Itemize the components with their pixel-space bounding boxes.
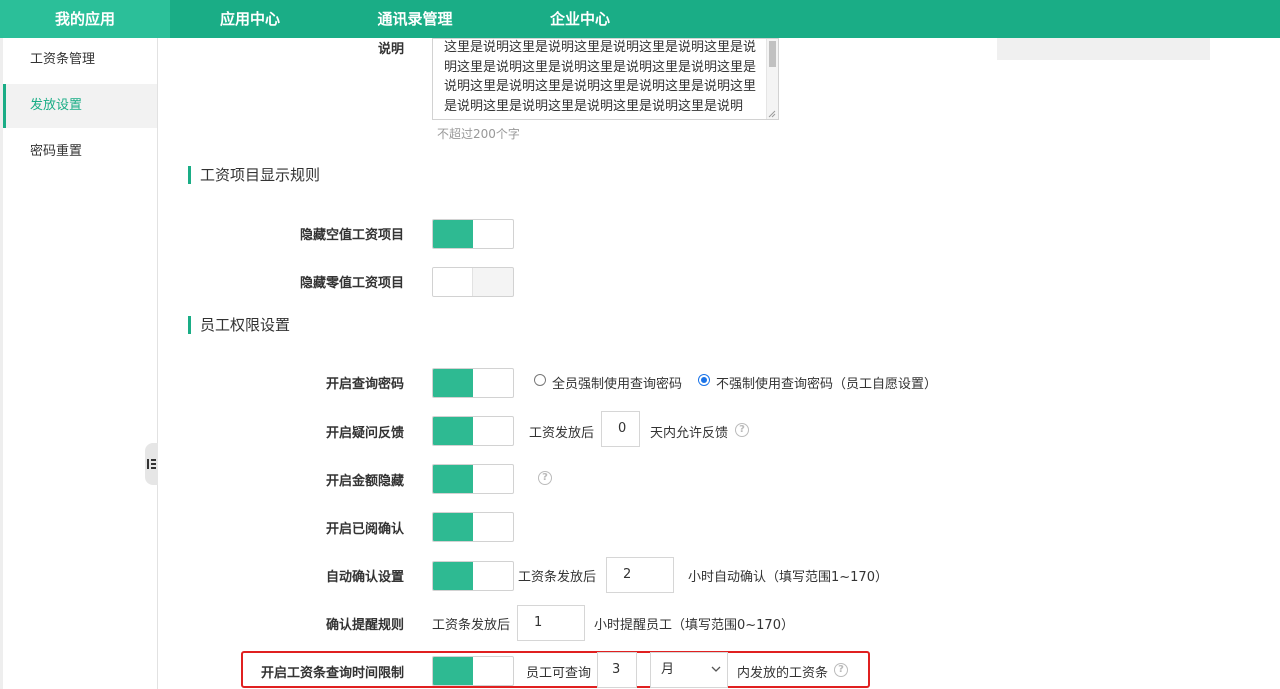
- resize-grip-icon[interactable]: [768, 110, 776, 118]
- feedback-days-input[interactable]: 0: [601, 411, 640, 447]
- confirm-reminder-prefix: 工资条发放后: [432, 618, 511, 633]
- sidebar-item-distribution-settings[interactable]: 发放设置: [3, 84, 157, 128]
- query-time-limit-label: 开启工资条查询时间限制: [260, 666, 404, 681]
- sidebar-item-password-reset[interactable]: 密码重置: [3, 130, 157, 174]
- collapse-sidebar-icon[interactable]: [145, 443, 158, 485]
- textarea-scrollbar[interactable]: [766, 39, 778, 119]
- sidebar-item-payslip-management[interactable]: 工资条管理: [3, 38, 157, 82]
- side-panel-placeholder: [997, 38, 1210, 60]
- sidebar: 工资条管理 发放设置 密码重置: [0, 38, 158, 689]
- query-time-limit-unit-select[interactable]: 月: [650, 652, 728, 688]
- confirm-reminder-hours-input[interactable]: 1: [517, 605, 585, 641]
- feedback-prefix: 工资发放后: [529, 426, 595, 441]
- top-nav: 我的应用 应用中心 通讯录管理 企业中心: [0, 0, 1280, 38]
- section-display-rules: 工资项目显示规则: [188, 166, 320, 184]
- feedback-suffix: 天内允许反馈: [650, 426, 729, 441]
- query-password-toggle[interactable]: [432, 368, 514, 398]
- hide-zero-label: 隐藏零值工资项目: [299, 276, 404, 291]
- radio-optional-password[interactable]: [698, 374, 710, 386]
- description-label: 说明: [377, 42, 404, 57]
- read-confirm-toggle[interactable]: [432, 512, 514, 542]
- description-text: 这里是说明这里是说明这里是说明这里是说明这里是说明这里是说明这里是说明这里是说明…: [444, 40, 757, 114]
- description-textarea[interactable]: 这里是说明这里是说明这里是说明这里是说明这里是说明这里是说明这里是说明这里是说明…: [432, 38, 779, 120]
- query-time-limit-suffix: 内发放的工资条: [737, 666, 829, 681]
- amount-hidden-help-icon[interactable]: ?: [538, 471, 552, 485]
- radio-forced-password-label: 全员强制使用查询密码: [552, 377, 683, 392]
- confirm-reminder-suffix: 小时提醒员工（填写范围0~170）: [594, 618, 794, 633]
- radio-forced-password[interactable]: [534, 374, 546, 386]
- query-password-label: 开启查询密码: [325, 377, 404, 392]
- nav-app-center[interactable]: 应用中心: [170, 0, 330, 38]
- confirm-reminder-label: 确认提醒规则: [325, 618, 404, 633]
- feedback-label: 开启疑问反馈: [325, 426, 404, 441]
- feedback-help-icon[interactable]: ?: [735, 423, 749, 437]
- nav-my-apps[interactable]: 我的应用: [0, 0, 170, 38]
- section-permissions: 员工权限设置: [188, 316, 290, 334]
- hide-empty-toggle[interactable]: [432, 219, 514, 249]
- chevron-down-icon: [711, 666, 721, 672]
- auto-confirm-hours-input[interactable]: 2: [606, 557, 674, 593]
- query-time-limit-toggle[interactable]: [432, 656, 514, 686]
- query-time-limit-unit-value: 月: [661, 662, 675, 677]
- auto-confirm-label: 自动确认设置: [325, 570, 404, 585]
- query-time-limit-help-icon[interactable]: ?: [834, 663, 848, 677]
- query-time-limit-prefix: 员工可查询: [526, 666, 592, 681]
- nav-enterprise-center[interactable]: 企业中心: [500, 0, 660, 38]
- hide-empty-label: 隐藏空值工资项目: [299, 228, 404, 243]
- description-hint: 不超过200个字: [437, 127, 520, 141]
- read-confirm-label: 开启已阅确认: [325, 522, 404, 537]
- auto-confirm-suffix: 小时自动确认（填写范围1~170）: [688, 570, 888, 585]
- auto-confirm-toggle[interactable]: [432, 561, 514, 591]
- hide-zero-toggle[interactable]: [432, 267, 514, 297]
- feedback-toggle[interactable]: [432, 416, 514, 446]
- amount-hidden-label: 开启金额隐藏: [325, 474, 404, 489]
- radio-optional-password-label: 不强制使用查询密码（员工自愿设置）: [716, 377, 938, 392]
- nav-contacts[interactable]: 通讯录管理: [330, 0, 500, 38]
- query-time-limit-count-input[interactable]: 3: [597, 652, 637, 688]
- auto-confirm-prefix: 工资条发放后: [518, 570, 597, 585]
- amount-hidden-toggle[interactable]: [432, 464, 514, 494]
